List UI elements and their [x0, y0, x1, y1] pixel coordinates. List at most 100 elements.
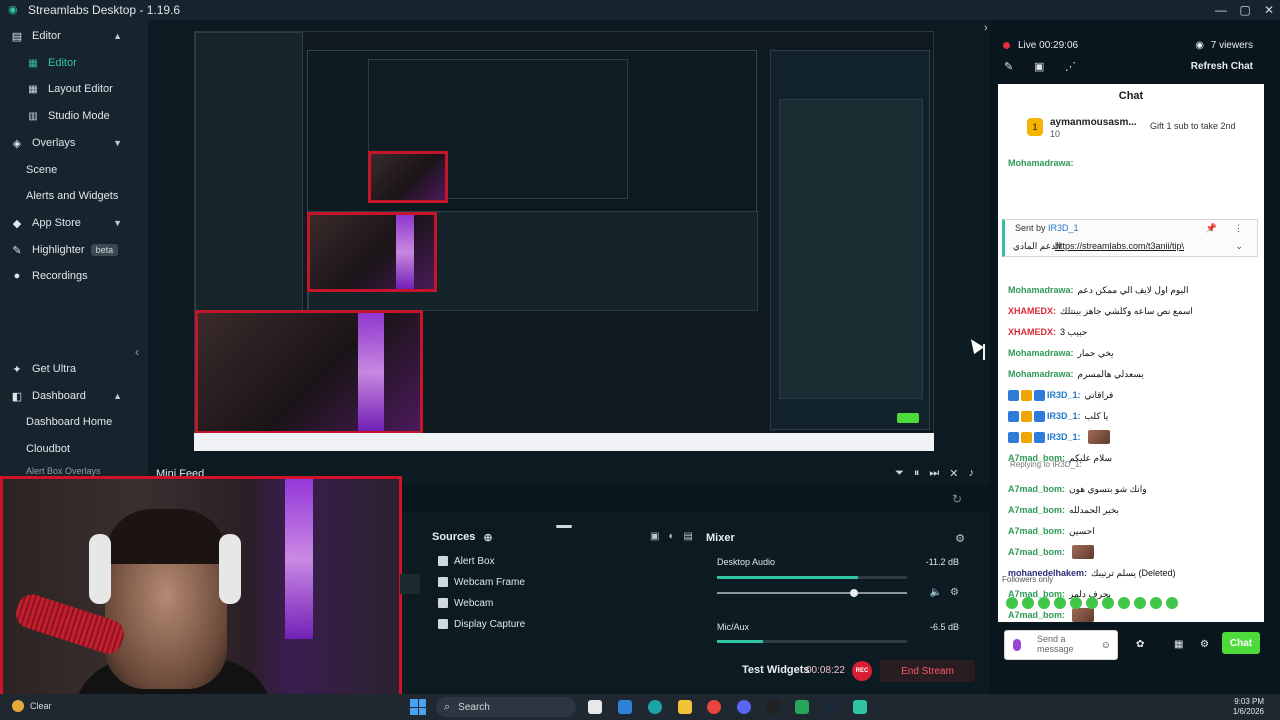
pinned-message[interactable]: Sent by IR3D_1 الدعم المادي https://stre… [1002, 219, 1258, 257]
gear-icon[interactable]: ⚙ [1200, 639, 1209, 650]
record-button[interactable]: REC [852, 661, 872, 681]
emote-icon[interactable] [1166, 597, 1178, 609]
emote-icon[interactable] [1150, 597, 1162, 609]
emote-icon[interactable] [1038, 597, 1050, 609]
chevron-up-icon[interactable]: ▲ [113, 391, 122, 401]
emote-icon[interactable] [1006, 597, 1018, 609]
chat-message-input[interactable]: Send a message ☺ [1004, 630, 1118, 660]
emote-icon[interactable] [1102, 597, 1114, 609]
sidebar-section-highlighter[interactable]: ✎ Highlighter beta [0, 238, 148, 262]
store-icon[interactable] [618, 700, 632, 714]
chat-username[interactable]: A7mad_bom: [1008, 526, 1065, 536]
file-explorer-icon[interactable] [678, 700, 692, 714]
sidebar-section-recordings[interactable]: ● Recordings [0, 264, 148, 288]
source-settings-icon[interactable]: ▤ [684, 531, 693, 542]
pin-icon[interactable]: 📌 [1206, 223, 1217, 234]
chat-settings-icon[interactable]: ✿ [1136, 639, 1144, 650]
terminal-icon[interactable] [766, 700, 780, 714]
mute-alerts-icon[interactable]: ✕ [949, 467, 958, 480]
refresh-chat-button[interactable]: Refresh Chat [1191, 61, 1253, 72]
scene-selector-tab[interactable] [400, 574, 420, 594]
chevron-down-icon[interactable]: ▼ [113, 138, 122, 148]
chat-username[interactable]: A7mad_bom: [1008, 547, 1065, 557]
dock-resize-handle[interactable] [556, 525, 572, 528]
sidebar-item-dashboard-home[interactable]: Dashboard Home [0, 410, 148, 434]
task-view-icon[interactable] [588, 700, 602, 714]
chat-username[interactable]: Mohamadrawa: [1008, 369, 1074, 379]
sidebar-section-editor[interactable]: ▤ Editor ▲ [0, 24, 148, 48]
emote-icon[interactable] [1022, 597, 1034, 609]
gear-icon[interactable]: ⚙ [955, 532, 965, 545]
speaker-icon[interactable]: 🔈 [930, 587, 942, 598]
chat-username[interactable]: Mohamadrawa: [1008, 285, 1074, 295]
taskbar-clock[interactable]: 9:03 PM 1/6/2026 [1233, 697, 1264, 717]
maximize-button[interactable]: ▢ [1234, 0, 1256, 20]
taskbar-search[interactable]: ⌕ Search [436, 697, 576, 717]
chat-username[interactable]: XHAMEDX: [1008, 327, 1056, 337]
volume-slider-knob[interactable] [849, 589, 858, 597]
streamlabs-taskbar-icon[interactable] [853, 700, 867, 714]
xbox-icon[interactable] [795, 700, 809, 714]
discord-icon[interactable] [737, 700, 751, 714]
steam-icon[interactable] [824, 700, 838, 714]
refresh-icon[interactable]: ↻ [952, 492, 962, 506]
chat-send-button[interactable]: Chat [1222, 632, 1260, 654]
emote-icon[interactable] [1054, 597, 1066, 609]
chat-username[interactable]: A7mad_bom: [1008, 505, 1065, 515]
sidebar-item-alerts-and-widgets[interactable]: Alerts and Widgets [0, 184, 148, 208]
chrome-icon[interactable] [707, 700, 721, 714]
track-settings-icon[interactable]: ⚙ [950, 587, 959, 598]
chevron-down-icon[interactable]: ⌄ [1235, 241, 1243, 252]
chat-username[interactable]: Mohamadrawa: [1008, 348, 1074, 358]
chat-username[interactable]: A7mad_bom: [1008, 484, 1065, 494]
more-options-icon[interactable]: ⋮ [1234, 223, 1243, 234]
tip-link[interactable]: https://streamlabs.com/t3anii/tip\ [1055, 241, 1184, 251]
source-item[interactable]: Webcam Frame [438, 574, 525, 590]
sidebar-section-app-store[interactable]: ◆ App Store ▼ [0, 211, 148, 235]
chevron-right-icon[interactable]: › [984, 22, 988, 34]
gift-banner[interactable]: 1 aymanmousasm... 10 Gift 1 sub to take … [1004, 110, 1258, 144]
chat-username[interactable]: IR3D_1: [1047, 432, 1081, 442]
sidebar-item-studio-mode[interactable]: ▥ Studio Mode [0, 104, 148, 128]
emote-icon[interactable] [1086, 597, 1098, 609]
chat-username[interactable]: IR3D_1: [1047, 411, 1081, 421]
sidebar-item-scene[interactable]: Scene [0, 158, 148, 182]
sidebar-item-cloudbot[interactable]: Cloudbot [0, 437, 148, 461]
weather-widget[interactable]: Clear [12, 700, 52, 712]
skip-icon[interactable]: ⏭ [929, 467, 939, 480]
folder-icon[interactable]: ▣ [650, 531, 659, 542]
sidebar-item-layout-editor[interactable]: ▦ Layout Editor [0, 77, 148, 101]
volume-icon[interactable]: ♪ [969, 467, 975, 480]
test-widgets-button[interactable]: Test Widgets [742, 664, 810, 676]
sidebar-section-overlays[interactable]: ◈ Overlays ▼ [0, 131, 148, 155]
close-button[interactable]: ✕ [1258, 0, 1280, 20]
emoji-icon[interactable]: ☺ [1101, 640, 1111, 651]
sidebar-item-editor[interactable]: ▦ Editor [0, 51, 148, 75]
pause-icon[interactable]: ⏸ [914, 467, 920, 480]
emote-icon[interactable] [1134, 597, 1146, 609]
stream-preview[interactable] [194, 31, 934, 451]
emote-icon[interactable] [1118, 597, 1130, 609]
edit-icon[interactable]: ✎ [1004, 60, 1013, 73]
source-item[interactable]: Alert Box [438, 553, 495, 569]
chevron-up-icon[interactable]: ▲ [113, 31, 122, 41]
source-item[interactable]: Webcam [438, 595, 493, 611]
windows-start-icon[interactable] [410, 699, 426, 715]
chat-tools-icon[interactable]: ▦ [1174, 639, 1183, 650]
edge-icon[interactable] [648, 700, 662, 714]
volume-slider[interactable] [717, 589, 907, 597]
sidebar-section-get-ultra[interactable]: ✦ Get Ultra [0, 357, 148, 381]
chat-popout-icon[interactable]: ▣ [1034, 60, 1044, 73]
lock-icon[interactable]: ◐ [668, 531, 674, 542]
end-stream-button[interactable]: End Stream [880, 660, 975, 682]
chevron-down-icon[interactable]: ▼ [113, 218, 122, 228]
chat-username[interactable]: A7mad_bom: [1008, 610, 1065, 620]
sidebar-section-dashboard[interactable]: ◧ Dashboard ▲ [0, 384, 148, 408]
add-source-icon[interactable]: ⊕ [483, 531, 492, 544]
emote-icon[interactable] [1070, 597, 1082, 609]
chat-username[interactable]: XHAMEDX: [1008, 306, 1056, 316]
source-item[interactable]: Display Capture [438, 616, 525, 632]
bits-icon[interactable] [1013, 639, 1021, 651]
minimize-button[interactable]: — [1210, 0, 1232, 20]
share-icon[interactable]: ⋰ [1065, 60, 1076, 73]
